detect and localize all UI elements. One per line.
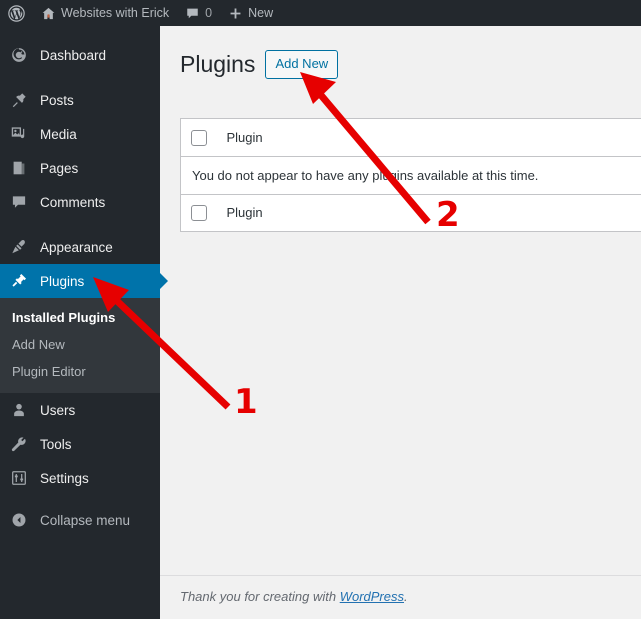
- sidebar-item-label: Pages: [40, 160, 79, 176]
- comments-button[interactable]: 0: [177, 0, 220, 26]
- sidebar-item-appearance[interactable]: Appearance: [0, 230, 160, 264]
- sliders-icon: [10, 469, 38, 487]
- submenu-item-plugin-editor[interactable]: Plugin Editor: [0, 358, 160, 385]
- plug-icon: [10, 272, 38, 290]
- annotation-number-2: 2: [436, 195, 460, 235]
- sidebar-item-label: Posts: [40, 92, 74, 108]
- sidebar-item-comments[interactable]: Comments: [0, 185, 160, 219]
- sidebar-item-label: Appearance: [40, 239, 113, 255]
- wrench-icon: [10, 435, 38, 453]
- table-footer-row: Plugin: [180, 193, 641, 232]
- new-content-button[interactable]: New: [220, 0, 281, 26]
- page-header: Plugins Add New: [160, 26, 641, 79]
- admin-footer: Thank you for creating with WordPress.: [160, 575, 641, 619]
- sidebar-item-pages[interactable]: Pages: [0, 151, 160, 185]
- site-name-label: Websites with Erick: [61, 6, 170, 20]
- sidebar-item-label: Comments: [40, 194, 106, 210]
- sidebar-item-label: Users: [40, 402, 76, 418]
- select-all-checkbox-footer[interactable]: [191, 205, 207, 222]
- pages-icon: [10, 159, 38, 177]
- menu-separator: [0, 72, 160, 83]
- table-header-row: Plugin: [180, 118, 641, 157]
- main-content: Plugins Add New Plugin You do not appear…: [160, 26, 641, 619]
- wordpress-logo-button[interactable]: [0, 0, 33, 26]
- sidebar-item-media[interactable]: Media: [0, 117, 160, 151]
- column-header-plugin: Plugin: [216, 118, 641, 157]
- wordpress-logo-icon: [8, 4, 25, 22]
- home-icon: [41, 6, 56, 21]
- comment-bubble-icon: [185, 6, 200, 21]
- footer-text: Thank you for creating with WordPress.: [180, 589, 408, 604]
- admin-bar: Websites with Erick 0 New: [0, 0, 641, 26]
- column-footer-plugin: Plugin: [216, 193, 641, 232]
- annotation-number-1: 1: [234, 382, 258, 422]
- admin-sidebar: Dashboard Posts Media Pages Comments App…: [0, 26, 168, 619]
- plugins-submenu: Installed Plugins Add New Plugin Editor: [0, 298, 160, 393]
- comments-count: 0: [205, 6, 213, 20]
- site-name-button[interactable]: Websites with Erick: [33, 0, 177, 26]
- table-foot: Plugin: [180, 193, 641, 232]
- select-all-checkbox[interactable]: [191, 129, 207, 146]
- sidebar-item-label: Plugins: [40, 273, 85, 289]
- plus-icon: [228, 6, 243, 21]
- submenu-item-add-new[interactable]: Add New: [0, 331, 160, 358]
- empty-message: You do not appear to have any plugins av…: [192, 167, 539, 183]
- footer-text-before: Thank you for creating with: [180, 589, 340, 604]
- sidebar-item-dashboard[interactable]: Dashboard: [0, 38, 160, 72]
- sidebar-item-label: Settings: [40, 470, 89, 486]
- collapse-menu-label: Collapse menu: [40, 512, 131, 528]
- user-icon: [10, 401, 38, 419]
- page-title: Plugins: [180, 51, 256, 77]
- wordpress-admin-screen: Websites with Erick 0 New Dashboard Post…: [0, 0, 641, 619]
- plugins-table: Plugin You do not appear to have any plu…: [180, 118, 641, 233]
- new-content-label: New: [248, 6, 274, 20]
- table-empty-row: You do not appear to have any plugins av…: [181, 156, 641, 194]
- table-body: You do not appear to have any plugins av…: [181, 156, 641, 194]
- footer-text-after: .: [404, 589, 408, 604]
- sidebar-item-label: Media: [40, 126, 77, 142]
- paintbrush-icon: [10, 238, 38, 256]
- table-head: Plugin: [180, 118, 641, 157]
- menu-separator: [0, 219, 160, 230]
- comment-bubble-icon: [10, 193, 38, 211]
- collapse-menu-wrap: Collapse menu: [0, 503, 160, 537]
- sidebar-item-tools[interactable]: Tools: [0, 427, 160, 461]
- sidebar-menu-top: Dashboard Posts Media Pages Comments App…: [0, 26, 168, 537]
- collapse-menu-button[interactable]: Collapse menu: [0, 503, 160, 537]
- select-all-cell: [180, 118, 217, 157]
- select-all-footer-cell: [180, 193, 217, 232]
- sidebar-item-plugins[interactable]: Plugins: [0, 264, 168, 298]
- media-icon: [10, 125, 38, 143]
- sidebar-item-posts[interactable]: Posts: [0, 83, 160, 117]
- submenu-item-installed-plugins[interactable]: Installed Plugins: [0, 304, 160, 331]
- wordpress-link[interactable]: WordPress: [340, 589, 404, 604]
- sidebar-item-users[interactable]: Users: [0, 393, 160, 427]
- collapse-arrow-icon: [10, 511, 38, 529]
- add-new-button[interactable]: Add New: [265, 50, 339, 79]
- pin-icon: [10, 91, 38, 109]
- sidebar-item-label: Tools: [40, 436, 72, 452]
- dashboard-icon: [10, 46, 38, 64]
- sidebar-item-settings[interactable]: Settings: [0, 461, 160, 495]
- sidebar-item-label: Dashboard: [40, 47, 107, 63]
